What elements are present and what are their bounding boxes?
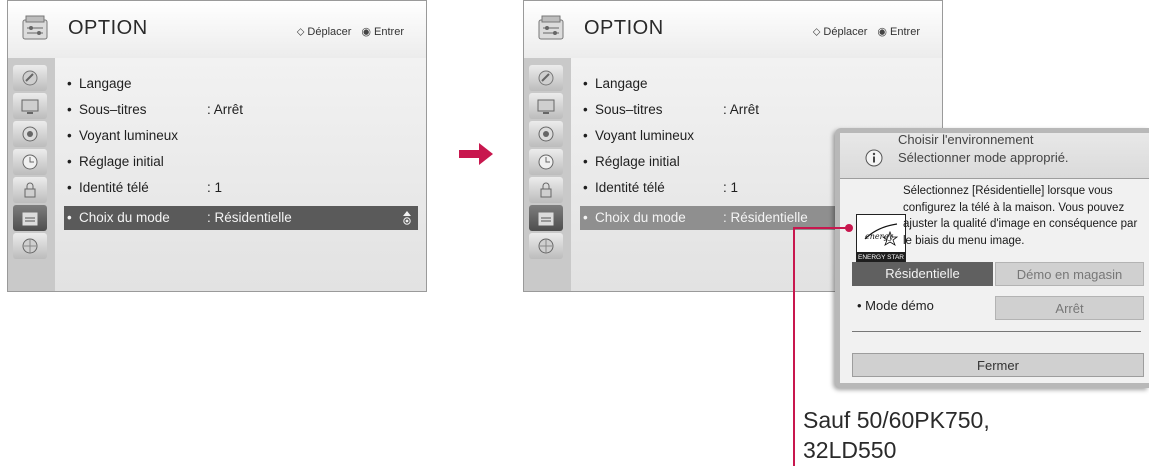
enter-arrow-icon xyxy=(403,211,411,225)
energy-star-logo: energy ENERGY STAR xyxy=(856,214,906,264)
hint-enter-label: Entrer xyxy=(890,26,920,38)
lock-icon[interactable] xyxy=(529,177,563,203)
category-sidebar xyxy=(8,58,55,291)
clock-icon[interactable] xyxy=(13,149,47,175)
picture-icon[interactable] xyxy=(13,93,47,119)
dialog-header: Choisir l'environnement Sélectionner mod… xyxy=(840,132,1149,179)
hint-move-label: Déplacer xyxy=(307,26,352,38)
menu-item-subtitles[interactable]: • Sous–titres: Arrêt xyxy=(67,98,243,122)
dialog-title-line2: Sélectionner mode approprié. xyxy=(898,150,1069,165)
model-exception-note: Sauf 50/60PK750, 32LD550 xyxy=(803,407,990,463)
picture-icon[interactable] xyxy=(529,93,563,119)
navigation-hint: ⬦ Déplacer ◉ Entrer xyxy=(297,25,404,39)
menu-item-mode-setting[interactable]: • Choix du mode: Résidentielle xyxy=(64,206,418,230)
menu-item-initial-setting[interactable]: • Réglage initial xyxy=(67,150,207,174)
menu-item-language[interactable]: • Langage xyxy=(67,72,207,96)
divider xyxy=(852,331,1141,332)
callout-line-vertical xyxy=(793,227,795,466)
option-icon[interactable] xyxy=(13,205,47,231)
move-arrows-icon: ⬦ xyxy=(812,26,821,38)
menu-item-subtitles[interactable]: • Sous–titres: Arrêt xyxy=(583,98,759,122)
antenna-icon[interactable] xyxy=(13,65,47,91)
option-icon xyxy=(22,15,48,40)
option-menu-screen-before: OPTION ⬦ Déplacer ◉ Entrer • Langage • Sous–t… xyxy=(7,0,427,292)
residential-button[interactable]: Résidentielle xyxy=(852,262,993,286)
demo-mode-label: • Mode démo xyxy=(857,298,934,313)
menu-item-set-id[interactable]: • Identité télé: 1 xyxy=(583,176,738,200)
dialog-description: Sélectionnez [Résidentielle] lorsque vou… xyxy=(903,185,1138,247)
menu-item-power-indicator[interactable]: • Voyant lumineux xyxy=(67,124,207,148)
speaker-icon[interactable] xyxy=(13,121,47,147)
network-icon[interactable] xyxy=(13,233,47,259)
arrow-right-icon xyxy=(459,143,493,165)
enter-button-icon: ◉ xyxy=(361,26,372,38)
close-button[interactable]: Fermer xyxy=(852,353,1144,377)
option-icon xyxy=(538,15,564,40)
demo-mode-value-button[interactable]: Arrêt xyxy=(995,296,1144,320)
option-list: • Langage • Sous–titres: Arrêt • Voyant lum… xyxy=(55,58,426,291)
store-demo-button[interactable]: Démo en magasin xyxy=(995,262,1144,286)
dialog-body: Choisir l'environnement Sélectionner mod… xyxy=(840,132,1149,383)
network-icon[interactable] xyxy=(529,233,563,259)
clock-icon[interactable] xyxy=(529,149,563,175)
move-arrows-icon: ⬦ xyxy=(296,26,305,38)
hint-enter-label: Entrer xyxy=(374,26,404,38)
speaker-icon[interactable] xyxy=(529,121,563,147)
menu-title: OPTION xyxy=(584,17,664,39)
menu-item-set-id[interactable]: • Identité télé: 1 xyxy=(67,176,222,200)
enter-button-icon: ◉ xyxy=(877,26,888,38)
info-icon xyxy=(865,149,883,167)
dialog-title-line1: Choisir l'environnement xyxy=(898,132,1034,147)
menu-item-initial-setting[interactable]: • Réglage initial xyxy=(583,150,723,174)
menu-item-power-indicator[interactable]: • Voyant lumineux xyxy=(583,124,723,148)
menu-header: OPTION ⬦ Déplacer ◉ Entrer xyxy=(8,1,426,58)
antenna-icon[interactable] xyxy=(529,65,563,91)
option-icon[interactable] xyxy=(529,205,563,231)
callout-line-horizontal xyxy=(793,227,848,229)
menu-header: OPTION ⬦ Déplacer ◉ Entrer xyxy=(524,1,942,58)
category-sidebar xyxy=(524,58,571,291)
lock-icon[interactable] xyxy=(13,177,47,203)
menu-title: OPTION xyxy=(68,17,148,39)
menu-item-language[interactable]: • Langage xyxy=(583,72,723,96)
mode-setting-dialog: Choisir l'environnement Sélectionner mod… xyxy=(835,128,1149,388)
hint-move-label: Déplacer xyxy=(823,26,868,38)
navigation-hint: ⬦ Déplacer ◉ Entrer xyxy=(813,25,920,39)
